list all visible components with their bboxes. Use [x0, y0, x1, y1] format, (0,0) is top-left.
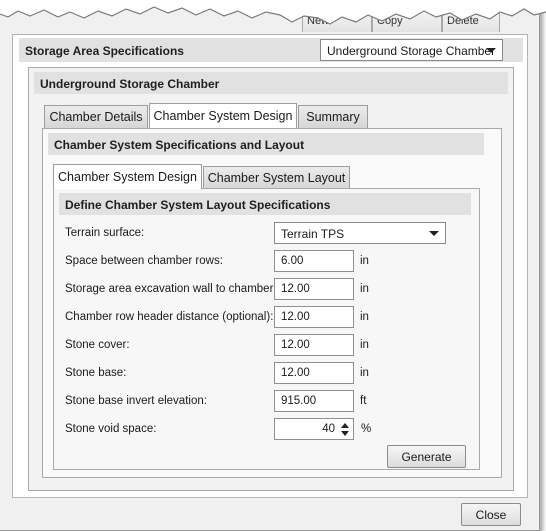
- tab-sub-layout-label: Chamber System Layout: [207, 171, 346, 185]
- tab-chamber-system-layout[interactable]: Chamber System Layout: [203, 166, 350, 189]
- chamber-system-header: Chamber System Specifications and Layout: [48, 133, 484, 155]
- storage-type-value: Underground Storage Chamber: [327, 44, 496, 58]
- space-between-rows-unit: in: [360, 255, 369, 267]
- chevron-down-icon: [429, 231, 439, 236]
- excavation-wall-unit: in: [360, 283, 369, 295]
- terrain-surface-label: Terrain surface:: [65, 227, 145, 239]
- excavation-wall-label: Storage area excavation wall to chambers…: [65, 283, 283, 295]
- void-space-value: 40: [322, 423, 335, 435]
- tab-chamber-system-design-label: Chamber System Design: [153, 109, 293, 123]
- stone-cover-unit: in: [360, 339, 369, 351]
- terrain-surface-value: Terrain TPS: [281, 227, 345, 241]
- header-distance-unit: in: [360, 311, 369, 323]
- terrain-surface-select[interactable]: Terrain TPS: [274, 222, 446, 244]
- tab-summary[interactable]: Summary: [298, 105, 368, 128]
- invert-elevation-label: Stone base invert elevation:: [65, 395, 207, 407]
- underground-chamber-header: Underground Storage Chamber: [34, 72, 508, 94]
- layout-specs-header: Define Chamber System Layout Specificati…: [59, 193, 471, 215]
- storage-type-select[interactable]: Underground Storage Chamber: [320, 39, 503, 61]
- stone-base-label: Stone base:: [65, 367, 127, 379]
- space-between-rows-input[interactable]: 6.00: [274, 250, 354, 272]
- header-distance-label: Chamber row header distance (optional):: [65, 311, 274, 323]
- spin-down-icon[interactable]: [341, 431, 349, 436]
- generate-button[interactable]: Generate: [387, 445, 466, 468]
- invert-elevation-unit: ft: [360, 395, 367, 407]
- void-space-label: Stone void space:: [65, 423, 157, 435]
- layout-specs-panel: Define Chamber System Layout Specificati…: [53, 188, 480, 470]
- stone-cover-label: Stone cover:: [65, 339, 130, 351]
- tab-sub-chamber-system-design[interactable]: Chamber System Design: [53, 164, 202, 189]
- chamber-system-panel: Chamber System Specifications and Layout…: [42, 128, 502, 478]
- underground-chamber-panel: Underground Storage Chamber Chamber Deta…: [28, 67, 514, 491]
- tab-summary-label: Summary: [306, 110, 360, 124]
- space-between-rows-label: Space between chamber rows:: [65, 255, 223, 267]
- stone-cover-input[interactable]: 12.00: [274, 334, 354, 356]
- close-button[interactable]: Close: [461, 503, 521, 526]
- dialog-window: New Copy Delete Storage Area Specificati…: [0, 0, 546, 531]
- chamber-system-title: Chamber System Specifications and Layout: [54, 138, 305, 152]
- void-space-unit: %: [361, 423, 372, 435]
- tab-sub-design-label: Chamber System Design: [58, 170, 197, 184]
- stone-base-unit: in: [360, 367, 369, 379]
- layout-specs-title: Define Chamber System Layout Specificati…: [65, 198, 331, 212]
- tab-chamber-details[interactable]: Chamber Details: [44, 105, 148, 128]
- torn-edge-decoration: [0, 0, 546, 25]
- void-space-stepper[interactable]: 40: [274, 418, 354, 440]
- header-distance-input[interactable]: 12.00: [274, 306, 354, 328]
- storage-area-panel: Storage Area Specifications Underground …: [12, 34, 528, 498]
- spin-up-icon[interactable]: [341, 423, 349, 428]
- underground-chamber-title: Underground Storage Chamber: [40, 77, 220, 91]
- chevron-down-icon: [486, 48, 496, 53]
- storage-area-title: Storage Area Specifications: [25, 44, 184, 58]
- invert-elevation-input[interactable]: 915.00: [274, 390, 354, 412]
- tab-chamber-system-design[interactable]: Chamber System Design: [149, 103, 297, 128]
- stone-base-input[interactable]: 12.00: [274, 362, 354, 384]
- tab-chamber-details-label: Chamber Details: [49, 110, 143, 124]
- excavation-wall-input[interactable]: 12.00: [274, 278, 354, 300]
